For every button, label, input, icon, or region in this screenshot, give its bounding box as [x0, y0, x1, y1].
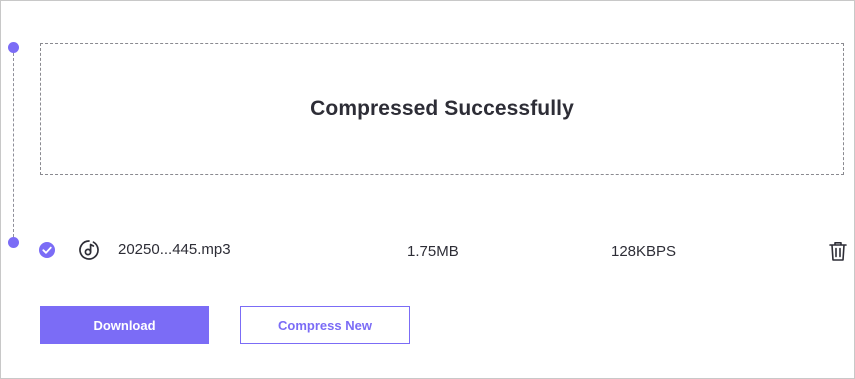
file-name: 20250...445.mp3 — [118, 241, 231, 258]
file-bitrate: 128KBPS — [611, 243, 677, 260]
timeline-dot-top — [8, 42, 19, 53]
download-button[interactable]: Download — [40, 306, 209, 344]
file-size: 1.75MB — [407, 243, 459, 260]
compression-result-panel: Compressed Successfully 20250...445.mp3 … — [0, 0, 855, 379]
timeline-connector — [13, 48, 14, 242]
trash-icon[interactable] — [828, 240, 848, 262]
compress-new-button[interactable]: Compress New — [240, 306, 410, 344]
check-circle-icon — [39, 242, 55, 258]
status-box: Compressed Successfully — [40, 43, 844, 175]
status-title: Compressed Successfully — [310, 97, 574, 120]
file-row: 20250...445.mp3 1.75MB 128KBPS — [1, 233, 854, 269]
music-disc-icon — [79, 240, 99, 260]
